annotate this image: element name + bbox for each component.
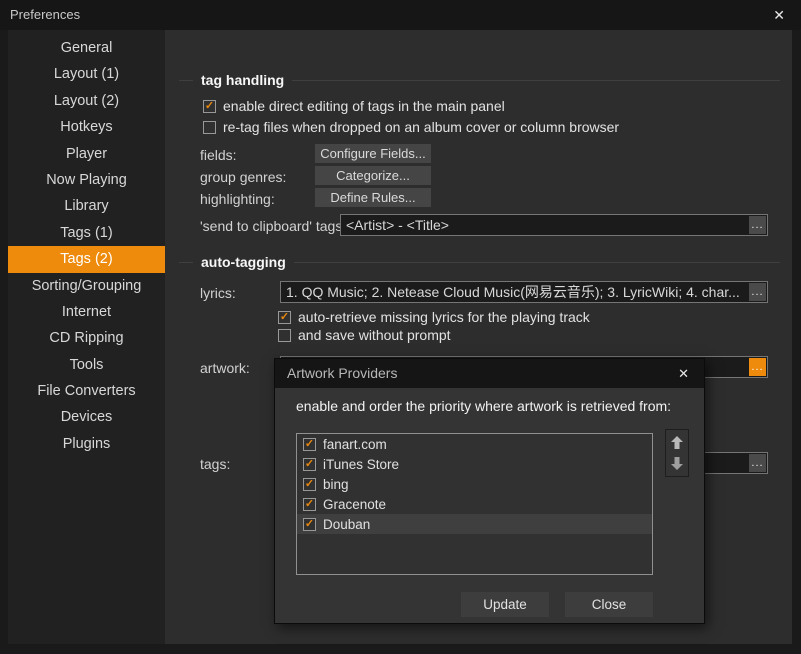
- dialog-instruction: enable and order the priority where artw…: [296, 397, 678, 415]
- sidebar-item-layout-1[interactable]: Layout (1): [8, 61, 165, 87]
- sidebar: General Layout (1) Layout (2) Hotkeys Pl…: [8, 30, 165, 644]
- sidebar-item-plugins[interactable]: Plugins: [8, 431, 165, 457]
- window-title: Preferences: [10, 0, 80, 30]
- sidebar-item-tags-1[interactable]: Tags (1): [8, 220, 165, 246]
- title-bar: Preferences ✕: [0, 0, 801, 30]
- close-icon[interactable]: ✕: [769, 0, 789, 30]
- checkbox[interactable]: ✓: [303, 498, 316, 511]
- lyrics-label: lyrics:: [200, 285, 236, 301]
- checkbox[interactable]: ✓: [278, 311, 291, 324]
- provider-label: Douban: [323, 517, 370, 532]
- sidebar-item-now-playing[interactable]: Now Playing: [8, 167, 165, 193]
- provider-row-fanart[interactable]: ✓ fanart.com: [297, 434, 652, 454]
- checkbox[interactable]: [278, 329, 291, 342]
- checkbox[interactable]: ✓: [303, 518, 316, 531]
- sidebar-item-cd-ripping[interactable]: CD Ripping: [8, 325, 165, 351]
- clipboard-tags-field: ...: [340, 214, 768, 236]
- provider-label: fanart.com: [323, 437, 387, 452]
- section-title: tag handling: [201, 72, 284, 88]
- sidebar-item-devices[interactable]: Devices: [8, 404, 165, 430]
- group-genres-label: group genres:: [200, 169, 286, 185]
- checkbox[interactable]: ✓: [203, 100, 216, 113]
- sidebar-item-library[interactable]: Library: [8, 193, 165, 219]
- divider: [292, 80, 780, 81]
- configure-fields-button[interactable]: Configure Fields...: [315, 144, 431, 163]
- sidebar-item-general[interactable]: General: [8, 35, 165, 61]
- provider-row-itunes[interactable]: ✓ iTunes Store: [297, 454, 652, 474]
- provider-row-bing[interactable]: ✓ bing: [297, 474, 652, 494]
- sidebar-item-hotkeys[interactable]: Hotkeys: [8, 114, 165, 140]
- divider: [294, 262, 780, 263]
- lyrics-providers-ellipsis-button[interactable]: ...: [749, 283, 766, 301]
- clipboard-tags-ellipsis-button[interactable]: ...: [749, 216, 766, 234]
- sidebar-item-file-converters[interactable]: File Converters: [8, 378, 165, 404]
- arrow-up-icon: [670, 436, 684, 450]
- section-title: auto-tagging: [201, 254, 286, 270]
- checkbox-row-enable-direct-editing[interactable]: ✓ enable direct editing of tags in the m…: [203, 98, 505, 114]
- sidebar-item-sorting-grouping[interactable]: Sorting/Grouping: [8, 273, 165, 299]
- tags-label: tags:: [200, 456, 230, 472]
- reorder-controls: [665, 429, 689, 477]
- provider-list: ✓ fanart.com ✓ iTunes Store ✓ bing ✓ Gra…: [296, 433, 653, 575]
- checkbox-row-auto-retrieve-lyrics[interactable]: ✓ auto-retrieve missing lyrics for the p…: [278, 309, 590, 325]
- provider-row-douban[interactable]: ✓ Douban: [297, 514, 652, 534]
- dialog-close-icon[interactable]: ✕: [675, 359, 692, 388]
- checkbox-row-retag-files[interactable]: re-tag files when dropped on an album co…: [203, 119, 619, 135]
- checkbox-row-save-without-prompt[interactable]: and save without prompt: [278, 327, 451, 343]
- send-to-clipboard-label: 'send to clipboard' tags:: [200, 218, 346, 234]
- provider-row-gracenote[interactable]: ✓ Gracenote: [297, 494, 652, 514]
- sidebar-item-layout-2[interactable]: Layout (2): [8, 88, 165, 114]
- clipboard-tags-input[interactable]: [341, 215, 748, 235]
- arrow-down-icon: [670, 456, 684, 470]
- divider: [179, 262, 193, 263]
- categorize-button[interactable]: Categorize...: [315, 166, 431, 185]
- lyrics-providers-input[interactable]: [281, 282, 748, 302]
- sidebar-item-player[interactable]: Player: [8, 141, 165, 167]
- checkbox-label: re-tag files when dropped on an album co…: [223, 119, 619, 135]
- provider-label: Gracenote: [323, 497, 386, 512]
- checkbox[interactable]: ✓: [303, 458, 316, 471]
- checkbox-label: and save without prompt: [298, 327, 451, 343]
- update-button[interactable]: Update: [461, 592, 549, 617]
- checkbox-label: auto-retrieve missing lyrics for the pla…: [298, 309, 590, 325]
- artwork-label: artwork:: [200, 360, 250, 376]
- preferences-window: Preferences ✕ General Layout (1) Layout …: [0, 0, 801, 654]
- checkbox[interactable]: ✓: [303, 438, 316, 451]
- checkbox[interactable]: ✓: [303, 478, 316, 491]
- move-down-button[interactable]: [669, 455, 685, 471]
- lyrics-providers-field: ...: [280, 281, 768, 303]
- sidebar-item-tags-2[interactable]: Tags (2): [8, 246, 165, 272]
- dialog-title-bar: Artwork Providers ✕: [275, 359, 704, 388]
- artwork-providers-ellipsis-button[interactable]: ...: [749, 358, 766, 376]
- divider: [179, 80, 193, 81]
- artwork-providers-dialog: Artwork Providers ✕ enable and order the…: [274, 358, 705, 624]
- tags-sources-ellipsis-button[interactable]: ...: [749, 454, 766, 472]
- sidebar-item-tools[interactable]: Tools: [8, 352, 165, 378]
- define-rules-button[interactable]: Define Rules...: [315, 188, 431, 207]
- checkbox-label: enable direct editing of tags in the mai…: [223, 98, 505, 114]
- fields-label: fields:: [200, 147, 237, 163]
- move-up-button[interactable]: [669, 435, 685, 451]
- provider-label: bing: [323, 477, 349, 492]
- section-auto-tagging-heading: auto-tagging: [179, 254, 780, 270]
- provider-label: iTunes Store: [323, 457, 399, 472]
- sidebar-item-internet[interactable]: Internet: [8, 299, 165, 325]
- highlighting-label: highlighting:: [200, 191, 275, 207]
- checkbox[interactable]: [203, 121, 216, 134]
- dialog-title: Artwork Providers: [287, 359, 397, 388]
- dialog-close-button[interactable]: Close: [565, 592, 653, 617]
- section-tag-handling-heading: tag handling: [179, 72, 780, 88]
